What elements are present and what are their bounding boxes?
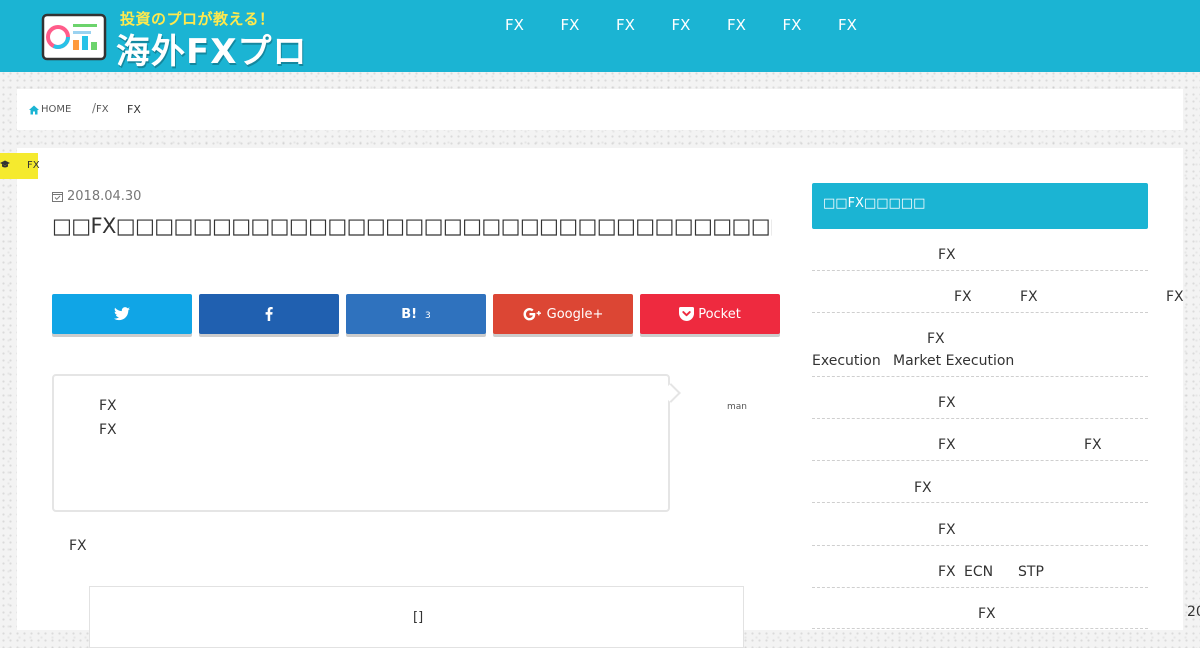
pocket-icon	[679, 307, 695, 321]
sidebar-item-text: FX	[938, 395, 956, 411]
global-nav: FX FX FX FX FX FX FX	[505, 16, 894, 34]
sidebar-item-text: FX	[1084, 437, 1102, 453]
sidebar-item-text: Market Execution	[893, 353, 1015, 369]
breadcrumb-home-link[interactable]: HOME	[29, 104, 71, 115]
post-date: 2018.04.30	[52, 189, 141, 204]
sidebar-item[interactable]: FX	[812, 377, 1148, 419]
sidebar-item-text: Execution	[812, 353, 881, 369]
google-plus-icon	[523, 308, 541, 321]
breadcrumb-category-link[interactable]: FX	[96, 104, 109, 115]
sidebar-item[interactable]: FX FX	[812, 419, 1148, 461]
sidebar-item-text: FX	[954, 289, 972, 305]
sidebar-item[interactable]: FX Execution Market Execution	[812, 313, 1148, 377]
nav-item-7[interactable]: FX	[838, 16, 894, 34]
sidebar-item-text: FX	[1020, 289, 1038, 305]
calendar-check-icon	[52, 192, 63, 202]
article-paragraph: FX	[69, 538, 87, 554]
sidebar-item[interactable]: FX	[812, 503, 1148, 546]
sidebar-item-text: FX	[938, 247, 956, 263]
sidebar-item[interactable]: FX ECN STP	[812, 546, 1148, 588]
nav-item-6[interactable]: FX	[783, 16, 839, 34]
sidebar-item[interactable]: FX FX FX	[812, 271, 1184, 313]
share-twitter-button[interactable]	[52, 294, 192, 334]
sidebar-item[interactable]: FX	[812, 461, 1148, 503]
site-logo[interactable]: 投資のプロが教える！ 海外FXプロ	[40, 6, 320, 72]
breadcrumb: HOME / FX FX	[17, 89, 1183, 130]
hatena-count: 3	[425, 310, 431, 321]
home-icon	[29, 105, 39, 114]
dashboard-icon	[41, 13, 107, 61]
sidebar-item-text: FX	[938, 437, 956, 453]
category-badge-label: FX	[27, 160, 40, 171]
share-google-plus-button[interactable]: Google+	[493, 294, 633, 334]
category-badge[interactable]: FX	[0, 153, 40, 179]
sidebar-item-text: FX	[914, 480, 932, 496]
pocket-label: Pocket	[698, 306, 741, 322]
breadcrumb-home-label: HOME	[41, 104, 72, 115]
graduation-cap-icon	[0, 160, 10, 168]
article-title: □□FX□□□□□□□□□□□□□□□□□□□□□□□□□□□□□□□□□□□□…	[52, 214, 772, 238]
post-date-text: 2018.04.30	[67, 189, 142, 204]
sidebar-heading-text: □□FX□□□□□	[823, 196, 926, 211]
speech-bubble-line-2: FX	[99, 422, 117, 438]
share-hatena-button[interactable]: B! 3	[346, 294, 486, 334]
sidebar-item-text: ECN	[964, 564, 994, 580]
breadcrumb-current: FX	[127, 103, 141, 116]
twitter-icon	[114, 307, 130, 321]
sidebar-item-text: FX	[938, 522, 956, 538]
speech-bubble	[52, 374, 670, 512]
speech-bubble-line-1: FX	[99, 398, 117, 414]
site-header: 投資のプロが教える！ 海外FXプロ FX FX FX FX FX FX FX	[0, 0, 1200, 72]
toc-toggle-button[interactable]: []	[413, 610, 423, 625]
speaker-name: man	[727, 402, 747, 412]
nav-item-5[interactable]: FX	[727, 16, 783, 34]
hatena-label: B!	[401, 306, 418, 322]
sidebar-heading: □□FX□□□□□	[812, 183, 1148, 229]
sidebar-item-text: STP	[1018, 564, 1044, 580]
facebook-icon	[265, 307, 273, 321]
sidebar-item-text: FX	[927, 331, 945, 347]
sidebar-item[interactable]: FX 20	[812, 588, 1200, 629]
sidebar-item-text: FX	[938, 564, 956, 580]
google-plus-label: Google+	[546, 306, 604, 322]
sidebar-item[interactable]: FX	[812, 229, 1148, 271]
sidebar-item-text: FX	[1166, 289, 1184, 305]
nav-item-1[interactable]: FX	[505, 16, 561, 34]
nav-item-3[interactable]: FX	[616, 16, 672, 34]
sidebar-item-text: FX	[978, 606, 996, 622]
share-facebook-button[interactable]	[199, 294, 339, 334]
nav-item-2[interactable]: FX	[561, 16, 617, 34]
nav-item-4[interactable]: FX	[672, 16, 728, 34]
share-pocket-button[interactable]: Pocket	[640, 294, 780, 334]
sidebar-item-text: 20	[1187, 604, 1200, 620]
site-name: 海外FXプロ	[116, 32, 308, 72]
